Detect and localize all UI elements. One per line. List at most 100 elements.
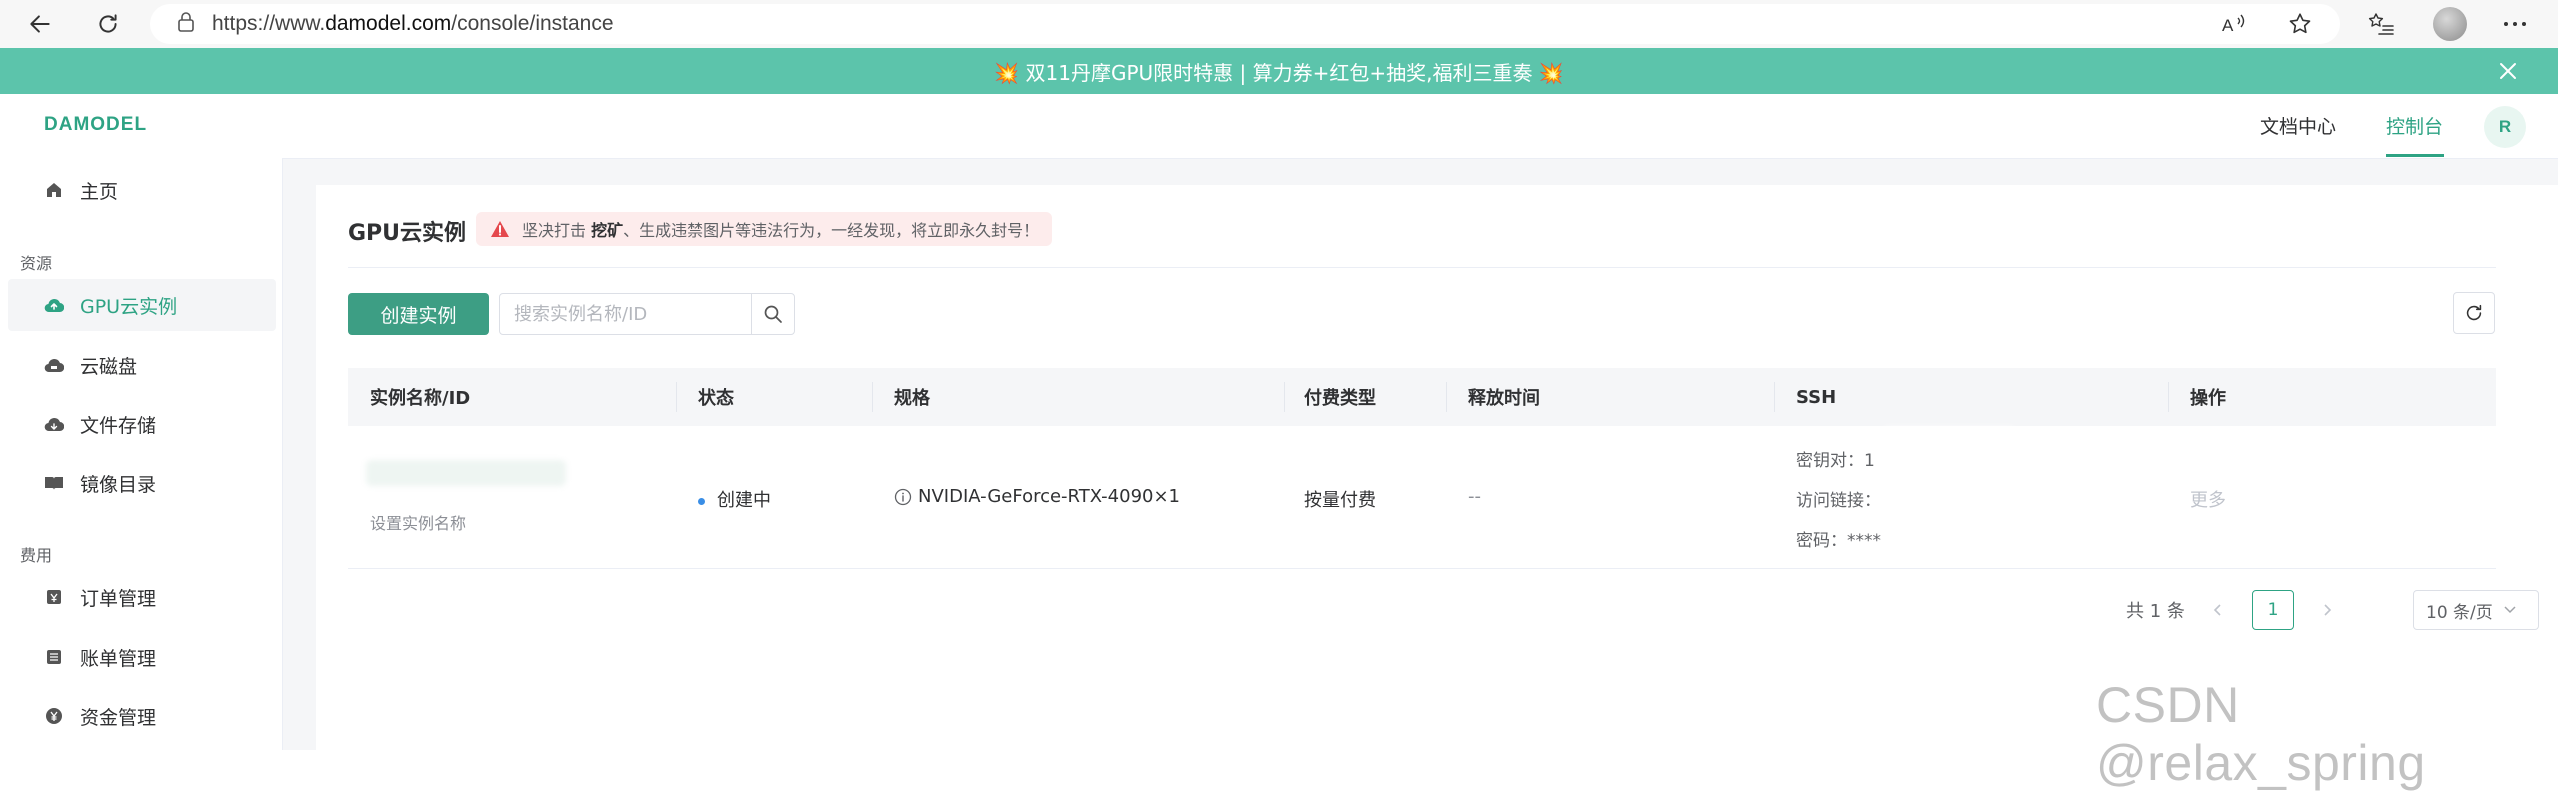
status-dot bbox=[698, 497, 705, 505]
reload-button[interactable] bbox=[84, 0, 132, 48]
sidebar-item-label: 资金管理 bbox=[80, 706, 157, 729]
nav-docs[interactable]: 文档中心 bbox=[2260, 112, 2336, 139]
sidebar-item-funds[interactable]: 资金管理 bbox=[8, 690, 276, 742]
column-separator bbox=[1774, 382, 1775, 412]
column-separator bbox=[1446, 382, 1447, 412]
instance-name-redacted bbox=[366, 460, 566, 486]
arrow-left-icon bbox=[30, 15, 50, 33]
ssh-password: 密码：**** bbox=[1796, 526, 1881, 551]
title-divider bbox=[348, 267, 2496, 268]
more-menu-button[interactable] bbox=[2490, 0, 2540, 48]
page-number-current[interactable]: 1 bbox=[2252, 590, 2294, 630]
sidebar-item-image-catalog[interactable]: 镜像目录 bbox=[8, 457, 276, 509]
read-aloud-icon: A bbox=[2222, 14, 2245, 35]
sidebar-section-billing: 费用 bbox=[20, 546, 53, 565]
cloud-disk-icon bbox=[44, 355, 64, 375]
more-actions-button[interactable]: 更多 bbox=[2190, 486, 2226, 512]
billing-type: 按量付费 bbox=[1304, 490, 1376, 511]
app-header: DAMODEL 文档中心 控制台 R bbox=[0, 94, 2558, 159]
chevron-down-icon bbox=[2503, 605, 2517, 615]
url-prefix: https://www. bbox=[212, 12, 326, 35]
cloud-upload-icon bbox=[44, 295, 64, 315]
status-text: 创建中 bbox=[717, 490, 771, 511]
profile-button[interactable] bbox=[2425, 0, 2475, 48]
cloud-storage-icon bbox=[44, 414, 64, 434]
column-header-spec: 规格 bbox=[894, 388, 930, 409]
sidebar-item-label: 文件存储 bbox=[80, 414, 157, 437]
ssh-password-value: **** bbox=[1847, 531, 1881, 551]
ssh-key-pair: 密钥对：1 bbox=[1796, 446, 1875, 471]
refresh-icon bbox=[2466, 304, 2482, 321]
user-avatar[interactable]: R bbox=[2484, 106, 2526, 148]
row-divider bbox=[348, 568, 2496, 569]
search-icon bbox=[764, 305, 782, 323]
nav-console[interactable]: 控制台 bbox=[2386, 112, 2443, 139]
pagination-total: 共 1 条 bbox=[2126, 601, 2185, 622]
close-icon bbox=[2500, 63, 2516, 79]
prev-page-button[interactable] bbox=[2203, 594, 2233, 626]
url-text: https://www.damodel.com/console/instance bbox=[212, 12, 614, 36]
bill-icon bbox=[44, 647, 64, 667]
sidebar-item-cloud-disk[interactable]: 云磁盘 bbox=[8, 339, 276, 391]
spec-text: NVIDIA-GeForce-RTX-4090×1 bbox=[918, 486, 1181, 507]
warning-prefix: 坚决打击 bbox=[522, 221, 592, 240]
release-time: -- bbox=[1468, 486, 1481, 507]
read-aloud-button[interactable]: A bbox=[2210, 0, 2260, 48]
profile-avatar bbox=[2433, 7, 2467, 41]
sidebar-item-label: GPU云实例 bbox=[80, 295, 178, 318]
favorites-list-button[interactable] bbox=[2356, 0, 2406, 48]
logo[interactable]: DAMODEL bbox=[44, 114, 147, 136]
ssh-link-label: 访问链接： bbox=[1796, 491, 1881, 511]
favorites-list-icon bbox=[2368, 13, 2394, 35]
ellipsis-icon bbox=[2504, 22, 2526, 26]
sidebar-item-bills[interactable]: 账单管理 bbox=[8, 631, 276, 683]
order-icon bbox=[44, 587, 64, 607]
warning-bold: 挖矿 bbox=[591, 221, 624, 240]
page-title: GPU云实例 bbox=[348, 221, 467, 246]
column-header-billing: 付费类型 bbox=[1304, 388, 1376, 409]
address-bar[interactable]: https://www.damodel.com/console/instance bbox=[150, 4, 2340, 44]
sidebar-item-orders[interactable]: 订单管理 bbox=[8, 571, 276, 623]
sidebar-item-label: 订单管理 bbox=[80, 587, 157, 610]
search-button[interactable] bbox=[751, 294, 794, 334]
ssh-key-value[interactable]: 1 bbox=[1864, 451, 1875, 471]
promo-close-button[interactable] bbox=[2498, 48, 2518, 94]
set-instance-name-link[interactable]: 设置实例名称 bbox=[370, 510, 466, 534]
page-size-select[interactable]: 10 条/页 bbox=[2413, 590, 2539, 630]
ssh-password-label: 密码： bbox=[1796, 531, 1847, 551]
chevron-right-icon bbox=[2324, 604, 2332, 616]
promo-banner[interactable]: 💥 双11丹摩GPU限时特惠 | 算力券+红包+抽奖,福利三重奏 💥 bbox=[0, 48, 2558, 94]
reload-icon bbox=[99, 14, 117, 33]
search-input[interactable] bbox=[500, 295, 751, 333]
sidebar-item-label: 镜像目录 bbox=[80, 473, 157, 496]
column-header-release: 释放时间 bbox=[1468, 388, 1540, 409]
column-separator bbox=[1284, 382, 1285, 412]
sidebar-item-gpu-instance[interactable]: GPU云实例 bbox=[8, 279, 276, 331]
home-icon bbox=[44, 180, 64, 200]
watermark: CSDN @relax_spring bbox=[2096, 677, 2426, 791]
sidebar-item-label: 主页 bbox=[80, 180, 119, 203]
next-page-button[interactable] bbox=[2312, 594, 2342, 626]
spec-cell: NVIDIA-GeForce-RTX-4090×1 bbox=[894, 486, 1180, 507]
yen-icon bbox=[44, 706, 64, 726]
search-box bbox=[499, 293, 795, 335]
status-cell: 创建中 bbox=[698, 486, 771, 512]
star-icon bbox=[2289, 13, 2311, 34]
create-instance-button[interactable]: 创建实例 bbox=[348, 293, 489, 335]
sidebar-item-file-storage[interactable]: 文件存储 bbox=[8, 398, 276, 450]
favorite-button[interactable] bbox=[2275, 0, 2325, 48]
sidebar-section-resources: 资源 bbox=[20, 254, 53, 273]
sidebar-item-label: 云磁盘 bbox=[80, 355, 138, 378]
column-separator bbox=[872, 382, 873, 412]
refresh-button[interactable] bbox=[2453, 292, 2495, 334]
back-button[interactable] bbox=[16, 0, 64, 48]
ssh-key-label: 密钥对： bbox=[1796, 451, 1864, 471]
column-header-name: 实例名称/ID bbox=[370, 388, 471, 409]
sidebar-item-label: 账单管理 bbox=[80, 647, 157, 670]
warning-icon bbox=[490, 220, 510, 238]
ssh-redaction bbox=[1884, 428, 2014, 563]
url-host: damodel.com bbox=[325, 12, 452, 35]
info-icon[interactable] bbox=[894, 488, 912, 506]
table-header: 实例名称/ID 状态 规格 付费类型 释放时间 SSH 操作 bbox=[348, 368, 2496, 426]
sidebar-item-home[interactable]: 主页 bbox=[8, 164, 276, 216]
